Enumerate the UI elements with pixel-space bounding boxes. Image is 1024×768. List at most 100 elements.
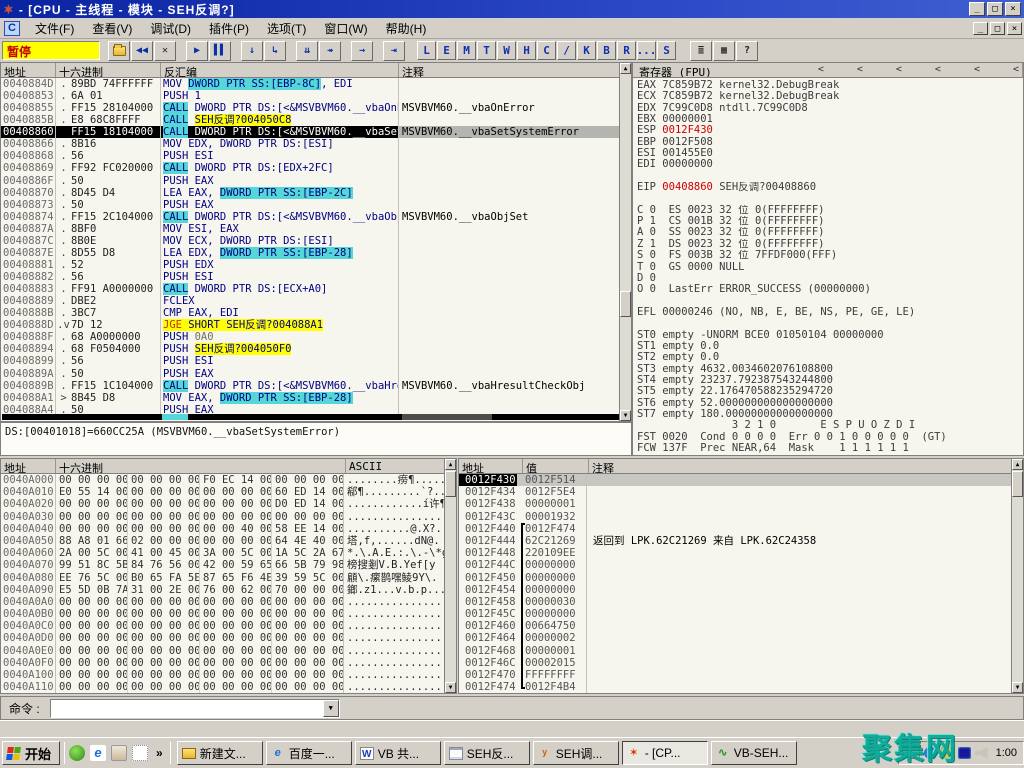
stack-row[interactable]: 0012F4340012F5E4 — [459, 486, 1011, 498]
toolbar-letter-M[interactable]: M — [457, 41, 476, 60]
toolbar-step-over-button[interactable]: ↳ — [264, 41, 286, 61]
disasm-row[interactable]: 00408899.56PUSH ESI — [1, 355, 621, 367]
toolbar-until-return-button[interactable]: → — [351, 41, 373, 61]
dump-row[interactable]: 0040A07099 51 8C 5B84 76 56 0042 00 59 6… — [1, 559, 444, 571]
stack-row[interactable]: 0012F46400000002 — [459, 632, 1011, 644]
toolbar-letter-B[interactable]: B — [597, 41, 616, 60]
disasm-row[interactable]: 00408889.DBE2FCLEX — [1, 295, 621, 307]
messenger-icon[interactable] — [69, 745, 85, 761]
register-line[interactable]: ST1 empty 0.0 — [633, 341, 1023, 352]
toolbar-letter-K[interactable]: K — [577, 41, 596, 60]
register-line[interactable]: EDI 00000000 — [633, 159, 1023, 170]
dump-row[interactable]: 0040A0F000 00 00 0000 00 00 0000 00 00 0… — [1, 657, 444, 669]
collapse-caret-icon[interactable]: < — [857, 64, 863, 76]
register-line[interactable]: ST5 empty 22.176470588235294720 — [633, 386, 1023, 397]
internet-explorer-icon[interactable]: e — [90, 745, 106, 761]
register-line[interactable]: ST6 empty 52.000000000000000000 — [633, 398, 1023, 409]
scrollbar-thumb[interactable] — [1012, 471, 1023, 497]
taskbar-task[interactable]: - [CP... — [622, 741, 708, 765]
stack-row[interactable]: 0012F46C00002015 — [459, 657, 1011, 669]
dump-scrollbar[interactable]: ▲ ▼ — [444, 459, 456, 693]
menu-item[interactable]: 选项(T) — [258, 18, 315, 39]
register-line[interactable]: ST4 empty 23237.792387543244800 — [633, 375, 1023, 386]
dump-row[interactable]: 0040A0C000 00 00 0000 00 00 0000 00 00 0… — [1, 620, 444, 632]
network-icon[interactable] — [958, 747, 971, 759]
show-desktop-icon[interactable] — [132, 745, 148, 761]
register-line[interactable]: P 1 CS 001B 32 位 0(FFFFFFFF) — [633, 216, 1023, 227]
stack-row[interactable]: 0012F45800000030 — [459, 596, 1011, 608]
stack-row[interactable]: 0012F45C00000000 — [459, 608, 1011, 620]
register-line[interactable]: ECX 7C859B72 kernel32.DebugBreak — [633, 91, 1023, 102]
toolbar-help-button[interactable]: ? — [736, 41, 758, 61]
toolbar-close-program-button[interactable]: ✕ — [154, 41, 176, 61]
register-line[interactable] — [633, 296, 1023, 307]
scroll-up-icon[interactable]: ▲ — [445, 459, 456, 470]
register-line[interactable] — [633, 171, 1023, 182]
stack-row[interactable]: 0012F4740012F4B4 — [459, 681, 1011, 693]
toolbar-letter-C[interactable]: C — [537, 41, 556, 60]
close-button[interactable]: × — [1005, 2, 1021, 16]
dropdown-icon[interactable]: ▼ — [323, 700, 339, 717]
toolbar-trace-into-button[interactable]: ⇊ — [296, 41, 318, 61]
register-line[interactable]: Z 1 DS 0023 32 位 0(FFFFFFFF) — [633, 239, 1023, 250]
toolbar-run-button[interactable]: ▶ — [186, 41, 208, 61]
disasm-row[interactable]: 0040886F.50PUSH EAX — [1, 175, 621, 187]
stack-row[interactable]: 0012F45400000000 — [459, 584, 1011, 596]
register-line[interactable]: O 0 LastErr ERROR_SUCCESS (00000000) — [633, 284, 1023, 295]
disasm-row[interactable]: 00408853.6A 01PUSH 1 — [1, 90, 621, 102]
quicklaunch-icon[interactable] — [111, 745, 127, 761]
disasm-row[interactable]: 00408855.FF15 28104000CALL DWORD PTR DS:… — [1, 102, 621, 114]
dump-row[interactable]: 0040A010E0 55 14 0000 00 00 0000 00 00 0… — [1, 486, 444, 498]
register-line[interactable]: ESP 0012F430 — [633, 125, 1023, 136]
disasm-row[interactable]: 00408894.68 F0504000PUSH SEH反调?004050F0 — [1, 343, 621, 355]
register-line[interactable]: FCW 137F Prec NEAR,64 Mask 1 1 1 1 1 1 — [633, 443, 1023, 454]
taskbar-task[interactable]: 百度一... — [266, 741, 352, 765]
disasm-row[interactable]: 00408866.8B16MOV EDX, DWORD PTR DS:[ESI] — [1, 138, 621, 150]
dump-row[interactable]: 0040A03000 00 00 0000 00 00 0000 00 00 0… — [1, 511, 444, 523]
command-combobox[interactable]: ▼ — [50, 699, 340, 718]
disasm-row[interactable]: 004088A1>8B45 D8MOV EAX, DWORD PTR SS:[E… — [1, 392, 621, 404]
stack-row[interactable]: 0012F44462C21269返回到 LPK.62C21269 来自 LPK.… — [459, 535, 1011, 547]
disasm-row[interactable]: 0040887E.8D55 D8LEA EDX, DWORD PTR SS:[E… — [1, 247, 621, 259]
register-line[interactable]: ST3 empty 4632.0034602076108800 — [633, 364, 1023, 375]
dump-row[interactable]: 0040A0D000 00 00 0000 00 00 0000 00 00 0… — [1, 632, 444, 644]
disasm-row[interactable]: 0040887C.8B0EMOV ECX, DWORD PTR DS:[ESI] — [1, 235, 621, 247]
volume-icon[interactable] — [975, 747, 988, 759]
register-line[interactable]: T 0 GS 0000 NULL — [633, 262, 1023, 273]
scrollbar-thumb[interactable] — [445, 471, 456, 497]
collapse-caret-icon[interactable]: < — [1013, 64, 1019, 76]
scroll-down-icon[interactable]: ▼ — [445, 682, 456, 693]
menu-item[interactable]: 窗口(W) — [315, 18, 376, 39]
start-button[interactable]: 开始 — [2, 741, 60, 765]
maximize-button[interactable]: □ — [987, 2, 1003, 16]
disasm-row[interactable]: 00408860FF15 18104000CALL DWORD PTR DS:[… — [1, 126, 621, 138]
register-line[interactable]: EFL 00000246 (NO, NB, E, BE, NS, PE, GE,… — [633, 307, 1023, 318]
stack-scrollbar[interactable]: ▲ ▼ — [1011, 459, 1023, 693]
scroll-down-icon[interactable]: ▼ — [620, 410, 631, 421]
disasm-row[interactable]: 00408874.FF15 2C104000CALL DWORD PTR DS:… — [1, 211, 621, 223]
toolbar-letter-E[interactable]: E — [437, 41, 456, 60]
menu-item[interactable]: 插件(P) — [200, 18, 258, 39]
menu-item[interactable]: 文件(F) — [26, 18, 83, 39]
disasm-row[interactable]: 00408870.8D45 D4LEA EAX, DWORD PTR SS:[E… — [1, 187, 621, 199]
register-line[interactable]: ST0 empty -UNORM BCE0 01050104 00000000 — [633, 330, 1023, 341]
register-line[interactable]: ESI 001455E0 — [633, 148, 1023, 159]
collapse-caret-icon[interactable]: < — [935, 64, 941, 76]
disasm-row[interactable]: 0040889B.FF15 1C104000CALL DWORD PTR DS:… — [1, 380, 621, 392]
scrollbar-thumb[interactable] — [620, 291, 631, 317]
toolbar-letter-H[interactable]: H — [517, 41, 536, 60]
disasm-row[interactable]: 0040888F.68 A0000000PUSH 0A0 — [1, 331, 621, 343]
disasm-row[interactable]: 0040888D.v7D 12JGE SHORT SEH反调?004088A1 — [1, 319, 621, 331]
taskbar-task[interactable]: SEH反... — [444, 741, 530, 765]
register-line[interactable] — [633, 193, 1023, 204]
stack-row[interactable]: 0012F4300012F514 — [459, 474, 1011, 486]
mdi-restore-button[interactable]: □ — [990, 22, 1005, 35]
toolbar-restart-button[interactable]: ◀◀ — [131, 41, 153, 61]
minimize-button[interactable]: _ — [969, 2, 985, 16]
stack-row[interactable]: 0012F4400012F474 — [459, 523, 1011, 535]
dump-row[interactable]: 0040A090E5 5D 0B 7A31 00 2E 0076 00 62 0… — [1, 584, 444, 596]
toolbar-windows-list-button[interactable]: ≣ — [690, 41, 712, 61]
dump-row[interactable]: 0040A0B000 00 00 0000 00 00 0000 00 00 0… — [1, 608, 444, 620]
dump-row[interactable]: 0040A00000 00 00 0000 00 00 00F0 EC 14 0… — [1, 474, 444, 486]
disasm-row[interactable]: 00408883.FF91 A0000000CALL DWORD PTR DS:… — [1, 283, 621, 295]
